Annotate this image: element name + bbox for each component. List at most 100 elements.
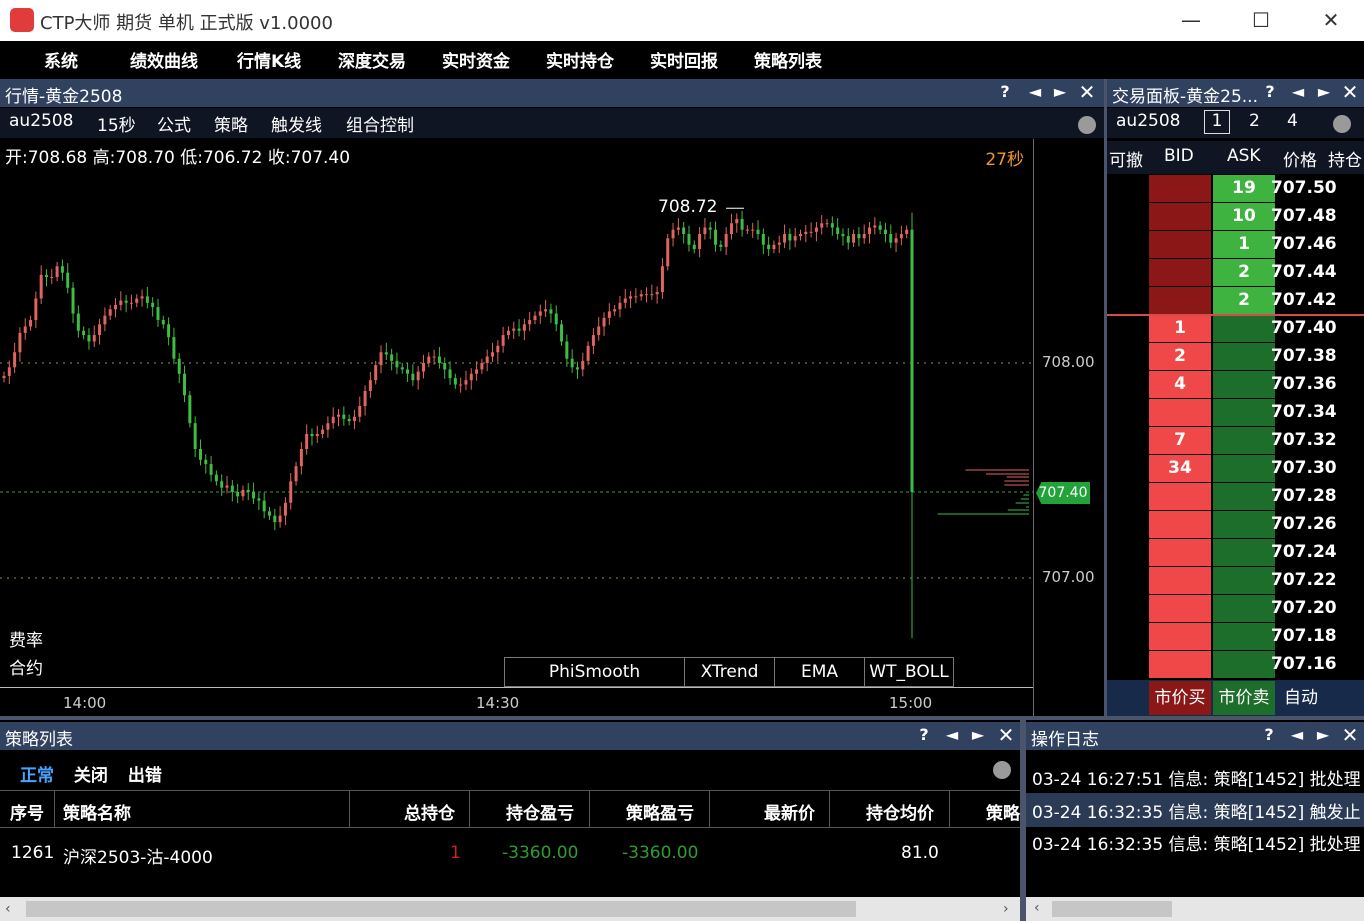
col-last-price[interactable]: 最新价 <box>764 799 815 824</box>
bid-ask-cell[interactable] <box>1213 455 1275 482</box>
combo-control-menu[interactable]: 组合控制 <box>346 111 414 136</box>
bid-bid-cell[interactable]: 4 <box>1149 371 1211 398</box>
period-selector[interactable]: 15秒 <box>97 111 136 136</box>
ask-cancel-cell[interactable] <box>1107 231 1147 258</box>
next-arrow-icon[interactable]: ► <box>968 725 988 744</box>
ask-ask-cell[interactable]: 10 <box>1213 203 1275 230</box>
bid-level-row[interactable]: 707.22 <box>1107 567 1364 595</box>
menu-system[interactable]: 系统 <box>44 47 78 72</box>
fee-rate-label[interactable]: 费率 <box>9 626 43 651</box>
menu-realtime-funds[interactable]: 实时资金 <box>442 47 510 72</box>
scroll-left-icon[interactable]: ‹ <box>1034 900 1040 916</box>
bid-ask-cell[interactable] <box>1213 623 1275 650</box>
col-position-pnl[interactable]: 持仓盈亏 <box>506 799 574 824</box>
close-icon[interactable]: ✕ <box>1077 80 1097 104</box>
strategy-menu[interactable]: 策略 <box>214 111 248 136</box>
panel-splitter[interactable] <box>0 716 1364 720</box>
ask-cancel-cell[interactable] <box>1107 175 1147 202</box>
minimize-button[interactable]: — <box>1171 5 1211 35</box>
help-icon[interactable]: ? <box>914 725 934 744</box>
bid-level-row[interactable]: 707.24 <box>1107 539 1364 567</box>
bid-ask-cell[interactable] <box>1213 595 1275 622</box>
prev-arrow-icon[interactable]: ◄ <box>1287 725 1307 744</box>
position-cell[interactable] <box>1331 623 1364 650</box>
scrollbar-thumb[interactable] <box>26 901 856 917</box>
contract-label[interactable]: 合约 <box>9 654 43 679</box>
position-cell[interactable] <box>1331 567 1364 594</box>
col-total-position[interactable]: 总持仓 <box>404 799 455 824</box>
ask-level-row[interactable]: 10 707.48 <box>1107 203 1364 231</box>
bid-level-row[interactable]: 707.20 <box>1107 595 1364 623</box>
bid-ask-cell[interactable] <box>1213 371 1275 398</box>
bid-ask-cell[interactable] <box>1213 343 1275 370</box>
col-strategy[interactable]: 策略 <box>986 799 1020 824</box>
log-line[interactable]: 03-24 16:27:51 信息: 策略[1452] 批处理 <box>1032 765 1361 790</box>
market-sell-button[interactable]: 市价卖 <box>1213 681 1275 715</box>
bid-level-row[interactable]: 707.28 <box>1107 483 1364 511</box>
position-cell[interactable] <box>1331 427 1364 454</box>
bid-level-row[interactable]: 34 707.30 <box>1107 455 1364 483</box>
column-divider[interactable] <box>589 791 590 828</box>
bid-cancel-cell[interactable] <box>1107 483 1147 510</box>
bid-level-row[interactable]: 7 707.32 <box>1107 427 1364 455</box>
next-arrow-icon[interactable]: ► <box>1050 82 1070 101</box>
auto-button[interactable]: 自动 <box>1271 681 1331 715</box>
menu-depth-trading[interactable]: 深度交易 <box>338 47 406 72</box>
panel-splitter[interactable] <box>1104 79 1107 717</box>
maximize-button[interactable]: ☐ <box>1241 5 1281 35</box>
bid-cancel-cell[interactable] <box>1107 567 1147 594</box>
bid-cancel-cell[interactable] <box>1107 651 1147 678</box>
column-divider[interactable] <box>349 791 350 828</box>
indicator-phismooth[interactable]: PhiSmooth <box>505 658 685 686</box>
help-icon[interactable]: ? <box>995 82 1015 101</box>
bid-bid-cell[interactable]: 1 <box>1149 315 1211 342</box>
indicator-ema[interactable]: EMA <box>775 658 865 686</box>
bid-bid-cell[interactable] <box>1149 595 1211 622</box>
position-cell[interactable] <box>1331 483 1364 510</box>
menu-performance-curve[interactable]: 绩效曲线 <box>130 47 198 72</box>
bid-bid-cell[interactable] <box>1149 651 1211 678</box>
ask-bid-cell[interactable] <box>1149 259 1211 286</box>
tab-closed[interactable]: 关闭 <box>74 766 108 786</box>
help-icon[interactable]: ? <box>1260 82 1280 101</box>
prev-arrow-icon[interactable]: ◄ <box>942 725 962 744</box>
prev-arrow-icon[interactable]: ◄ <box>1025 82 1045 101</box>
market-buy-button[interactable]: 市价买 <box>1149 681 1211 715</box>
tab-normal[interactable]: 正常 <box>20 766 54 786</box>
close-icon[interactable]: ✕ <box>996 723 1016 747</box>
position-cell[interactable] <box>1331 651 1364 678</box>
ask-level-row[interactable]: 19 707.50 <box>1107 175 1364 203</box>
bid-level-row[interactable]: 707.26 <box>1107 511 1364 539</box>
column-divider[interactable] <box>949 791 950 828</box>
ask-cancel-cell[interactable] <box>1107 287 1147 314</box>
bid-bid-cell[interactable] <box>1149 623 1211 650</box>
position-cell[interactable] <box>1331 259 1364 286</box>
col-id[interactable]: 序号 <box>10 799 44 824</box>
bid-cancel-cell[interactable] <box>1107 539 1147 566</box>
bid-bid-cell[interactable] <box>1149 399 1211 426</box>
position-cell[interactable] <box>1331 399 1364 426</box>
position-cell[interactable] <box>1331 455 1364 482</box>
log-line[interactable]: 03-24 16:32:35 信息: 策略[1452] 批处理 <box>1032 830 1361 855</box>
bid-cancel-cell[interactable] <box>1107 455 1147 482</box>
bid-cancel-cell[interactable] <box>1107 315 1147 342</box>
indicator-wt-boll[interactable]: WT_BOLL <box>865 658 953 686</box>
scrollbar-thumb[interactable] <box>1052 901 1172 917</box>
position-cell[interactable] <box>1331 511 1364 538</box>
ask-bid-cell[interactable] <box>1149 287 1211 314</box>
bid-bid-cell[interactable]: 34 <box>1149 455 1211 482</box>
bid-cancel-cell[interactable] <box>1107 399 1147 426</box>
horizontal-scrollbar[interactable]: ‹ <box>1026 897 1364 921</box>
bid-bid-cell[interactable]: 7 <box>1149 427 1211 454</box>
position-cell[interactable] <box>1331 203 1364 230</box>
bid-bid-cell[interactable] <box>1149 539 1211 566</box>
column-divider[interactable] <box>829 791 830 828</box>
bid-ask-cell[interactable] <box>1213 511 1275 538</box>
ask-level-row[interactable]: 2 707.42 <box>1107 287 1364 315</box>
kline-chart[interactable]: 开:708.68 高:708.70 低:706.72 收:707.40 27秒 … <box>0 139 1104 716</box>
bid-ask-cell[interactable] <box>1213 399 1275 426</box>
bid-level-row[interactable]: 4 707.36 <box>1107 371 1364 399</box>
position-cell[interactable] <box>1331 539 1364 566</box>
qty-option-selected[interactable]: 1 <box>1204 110 1230 134</box>
trade-symbol[interactable]: au2508 <box>1116 111 1180 131</box>
